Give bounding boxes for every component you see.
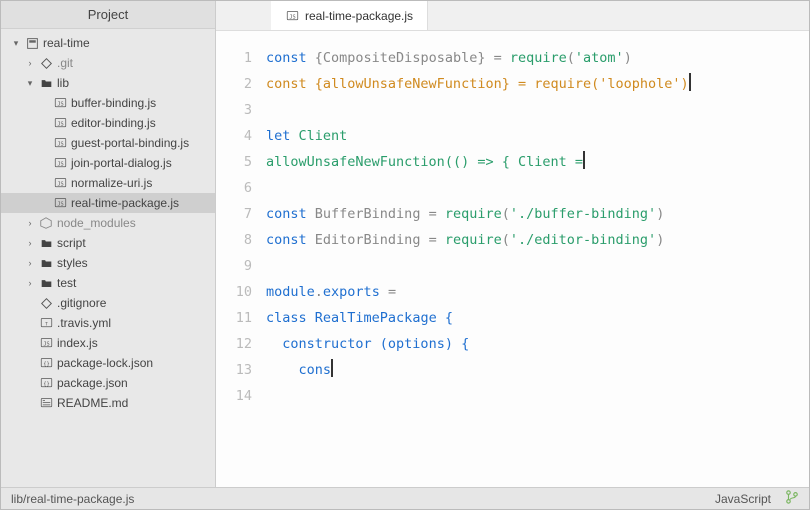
tree-item-file[interactable]: .gitignore	[1, 293, 215, 313]
svg-text:JS: JS	[57, 181, 63, 187]
tree-item-file[interactable]: {} package-lock.json	[1, 353, 215, 373]
tree-item-file[interactable]: README.md	[1, 393, 215, 413]
tree-item-file[interactable]: {} package.json	[1, 373, 215, 393]
tree-item-file[interactable]: JS join-portal-dialog.js	[1, 153, 215, 173]
js-file-icon: JS	[53, 196, 67, 210]
chevron-right-icon[interactable]: ›	[25, 278, 35, 288]
tree-item-label: normalize-uri.js	[71, 176, 152, 190]
sidebar-title: Project	[1, 1, 215, 29]
js-file-icon: JS	[285, 9, 299, 23]
chevron-down-icon[interactable]: ▾	[11, 38, 21, 49]
folder-icon	[39, 76, 53, 90]
svg-text:JS: JS	[57, 121, 63, 127]
json-file-icon: {}	[39, 356, 53, 370]
tree-item-folder[interactable]: › test	[1, 273, 215, 293]
tree-item-label: .gitignore	[57, 296, 106, 310]
main-layout: Project ▾ real-time › .git ▾ lib	[1, 1, 809, 487]
svg-text:{}: {}	[43, 361, 49, 367]
package-icon	[39, 216, 53, 230]
tree-item-file[interactable]: JS guest-portal-binding.js	[1, 133, 215, 153]
svg-text:JS: JS	[289, 14, 295, 20]
status-language[interactable]: JavaScript	[715, 492, 771, 506]
tree-item-file[interactable]: JS buffer-binding.js	[1, 93, 215, 113]
svg-text:JS: JS	[43, 341, 49, 347]
tree-item-lib[interactable]: ▾ lib	[1, 73, 215, 93]
tree-item-label: guest-portal-binding.js	[71, 136, 189, 150]
tree-item-file[interactable]: JS index.js	[1, 333, 215, 353]
folder-icon	[39, 256, 53, 270]
svg-text:JS: JS	[57, 101, 63, 107]
js-file-icon: JS	[53, 96, 67, 110]
tree-item-label: join-portal-dialog.js	[71, 156, 172, 170]
tree-item-file[interactable]: JS editor-binding.js	[1, 113, 215, 133]
tree-item-label: package.json	[57, 376, 128, 390]
tree-item-file-active[interactable]: JS real-time-package.js	[1, 193, 215, 213]
chevron-right-icon[interactable]: ›	[25, 218, 35, 228]
line-gutter: 1234567891011121314	[216, 45, 266, 487]
tree-item-nodemodules[interactable]: › node_modules	[1, 213, 215, 233]
code-editor[interactable]: 1234567891011121314 const {CompositeDisp…	[216, 31, 809, 487]
project-tree[interactable]: ▾ real-time › .git ▾ lib JS buffer-bindi…	[1, 29, 215, 487]
json-file-icon: {}	[39, 376, 53, 390]
diamond-icon	[39, 296, 53, 310]
tree-item-label: styles	[57, 256, 88, 270]
chevron-right-icon[interactable]: ›	[25, 58, 35, 68]
tree-item-label: README.md	[57, 396, 128, 410]
md-file-icon	[39, 396, 53, 410]
tree-item-label: test	[57, 276, 76, 290]
chevron-right-icon[interactable]: ›	[25, 258, 35, 268]
folder-icon	[39, 236, 53, 250]
code-content[interactable]: const {CompositeDisposable} = require('a…	[266, 45, 809, 487]
tree-item-folder[interactable]: › script	[1, 233, 215, 253]
tree-item-label: buffer-binding.js	[71, 96, 156, 110]
js-file-icon: JS	[53, 116, 67, 130]
tree-root-label: real-time	[43, 36, 90, 50]
svg-text:JS: JS	[57, 201, 63, 207]
tree-item-label: editor-binding.js	[71, 116, 156, 130]
git-branch-icon[interactable]	[785, 490, 799, 507]
svg-text:JS: JS	[57, 141, 63, 147]
tree-item-label: real-time-package.js	[71, 196, 179, 210]
js-file-icon: JS	[53, 176, 67, 190]
tree-item-folder[interactable]: › styles	[1, 253, 215, 273]
tree-item-git[interactable]: › .git	[1, 53, 215, 73]
tree-item-label: index.js	[57, 336, 98, 350]
js-file-icon: JS	[53, 156, 67, 170]
tab-active[interactable]: JS real-time-package.js	[271, 1, 428, 30]
yml-file-icon: T	[39, 316, 53, 330]
chevron-right-icon[interactable]: ›	[25, 238, 35, 248]
repo-icon	[25, 36, 39, 50]
chevron-down-icon[interactable]: ▾	[25, 78, 35, 89]
editor-area: JS real-time-package.js 1234567891011121…	[216, 1, 809, 487]
folder-icon	[39, 276, 53, 290]
tree-item-label: lib	[57, 76, 69, 90]
svg-text:{}: {}	[43, 381, 49, 387]
tab-label: real-time-package.js	[305, 9, 413, 23]
tree-item-label: script	[57, 236, 86, 250]
tree-item-label: .git	[57, 56, 73, 70]
js-file-icon: JS	[39, 336, 53, 350]
tree-item-file[interactable]: JS normalize-uri.js	[1, 173, 215, 193]
tree-root[interactable]: ▾ real-time	[1, 33, 215, 53]
svg-text:T: T	[45, 321, 48, 327]
tree-item-label: package-lock.json	[57, 356, 153, 370]
project-sidebar: Project ▾ real-time › .git ▾ lib	[1, 1, 216, 487]
js-file-icon: JS	[53, 136, 67, 150]
tree-item-label: .travis.yml	[57, 316, 111, 330]
svg-text:JS: JS	[57, 161, 63, 167]
status-path[interactable]: lib/real-time-package.js	[11, 492, 134, 506]
diamond-icon	[39, 56, 53, 70]
status-bar: lib/real-time-package.js JavaScript	[1, 487, 809, 509]
tree-item-file[interactable]: T .travis.yml	[1, 313, 215, 333]
tree-item-label: node_modules	[57, 216, 136, 230]
tab-bar[interactable]: JS real-time-package.js	[216, 1, 809, 31]
